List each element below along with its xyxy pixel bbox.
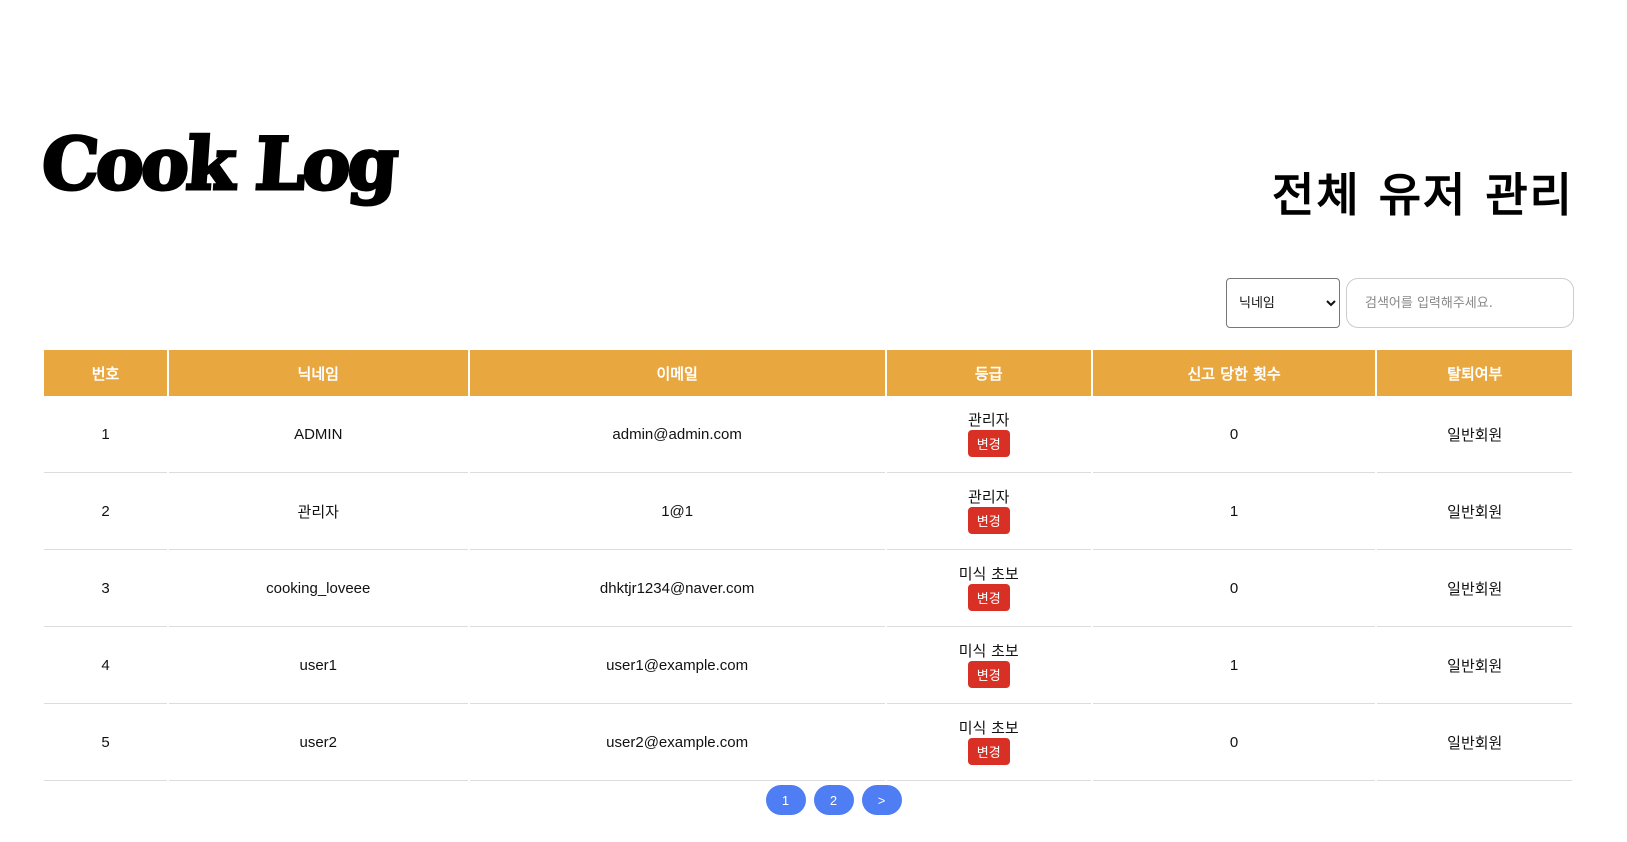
cell-nickname: ADMIN	[168, 396, 468, 473]
grade-label: 관리자	[968, 488, 1010, 506]
cell-report-count: 1	[1092, 473, 1376, 550]
change-grade-button[interactable]: 변경	[967, 507, 1010, 534]
search-bar: 닉네임	[1226, 278, 1574, 328]
cell-report-count: 0	[1092, 396, 1376, 473]
table-row: 2 관리자 1@1 관리자 변경 1 일반회원	[44, 473, 1572, 550]
table-row: 3 cooking_loveee dhktjr1234@naver.com 미식…	[44, 550, 1572, 627]
cell-withdrawal-status: 일반회원	[1377, 550, 1572, 627]
page-title: 전체 유저 관리	[1272, 168, 1574, 222]
cell-number: 1	[44, 396, 167, 473]
cell-number: 2	[44, 473, 167, 550]
column-header-grade: 등급	[886, 350, 1091, 396]
page-button-2[interactable]: 2	[813, 785, 854, 815]
cell-nickname: 관리자	[168, 473, 468, 550]
cell-nickname: user2	[168, 704, 468, 781]
cell-grade: 관리자 변경	[886, 473, 1091, 550]
table-row: 5 user2 user2@example.com 미식 초보 변경 0 일반회…	[44, 704, 1572, 781]
cell-grade: 미식 초보 변경	[886, 704, 1091, 781]
grade-label: 미식 초보	[958, 642, 1019, 660]
grade-label: 관리자	[968, 411, 1010, 429]
cell-number: 5	[44, 704, 167, 781]
cell-grade: 미식 초보 변경	[886, 627, 1091, 704]
cell-nickname: cooking_loveee	[168, 550, 468, 627]
table-row: 1 ADMIN admin@admin.com 관리자 변경 0 일반회원	[44, 396, 1572, 473]
change-grade-button[interactable]: 변경	[967, 661, 1010, 688]
cell-report-count: 0	[1092, 550, 1376, 627]
column-header-email: 이메일	[469, 350, 885, 396]
table-header-row: 번호 닉네임 이메일 등급 신고 당한 횟수 탈퇴여부	[44, 350, 1572, 396]
user-table-wrapper: 번호 닉네임 이메일 등급 신고 당한 횟수 탈퇴여부 1 ADMIN admi…	[44, 350, 1572, 781]
cell-report-count: 1	[1092, 627, 1376, 704]
cell-withdrawal-status: 일반회원	[1377, 396, 1572, 473]
cell-number: 4	[44, 627, 167, 704]
cell-email: admin@admin.com	[469, 396, 885, 473]
cell-withdrawal-status: 일반회원	[1377, 473, 1572, 550]
user-table: 번호 닉네임 이메일 등급 신고 당한 횟수 탈퇴여부 1 ADMIN admi…	[42, 350, 1574, 781]
table-row: 4 user1 user1@example.com 미식 초보 변경 1 일반회…	[44, 627, 1572, 704]
cell-withdrawal-status: 일반회원	[1377, 704, 1572, 781]
cell-withdrawal-status: 일반회원	[1377, 627, 1572, 704]
change-grade-button[interactable]: 변경	[967, 584, 1010, 611]
search-type-select[interactable]: 닉네임	[1226, 278, 1340, 328]
pagination: 1 2 >	[0, 785, 1627, 815]
cell-email: dhktjr1234@naver.com	[469, 550, 885, 627]
cell-email: 1@1	[469, 473, 885, 550]
column-header-nickname: 닉네임	[168, 350, 468, 396]
cell-grade: 관리자 변경	[886, 396, 1091, 473]
cell-grade: 미식 초보 변경	[886, 550, 1091, 627]
cell-number: 3	[44, 550, 167, 627]
cell-email: user2@example.com	[469, 704, 885, 781]
search-input[interactable]	[1346, 278, 1574, 328]
column-header-number: 번호	[44, 350, 167, 396]
logo[interactable]: Cook Log	[38, 120, 400, 208]
page: Cook Log 전체 유저 관리 닉네임 번호 닉네임 이메일 등급	[0, 0, 1627, 842]
column-header-report-count: 신고 당한 횟수	[1092, 350, 1376, 396]
page-button-1[interactable]: 1	[765, 785, 806, 815]
column-header-withdrawal-status: 탈퇴여부	[1377, 350, 1572, 396]
grade-label: 미식 초보	[958, 565, 1019, 583]
cell-nickname: user1	[168, 627, 468, 704]
next-page-button[interactable]: >	[861, 785, 902, 815]
cell-report-count: 0	[1092, 704, 1376, 781]
change-grade-button[interactable]: 변경	[967, 738, 1010, 765]
cell-email: user1@example.com	[469, 627, 885, 704]
grade-label: 미식 초보	[958, 719, 1019, 737]
change-grade-button[interactable]: 변경	[967, 430, 1010, 457]
